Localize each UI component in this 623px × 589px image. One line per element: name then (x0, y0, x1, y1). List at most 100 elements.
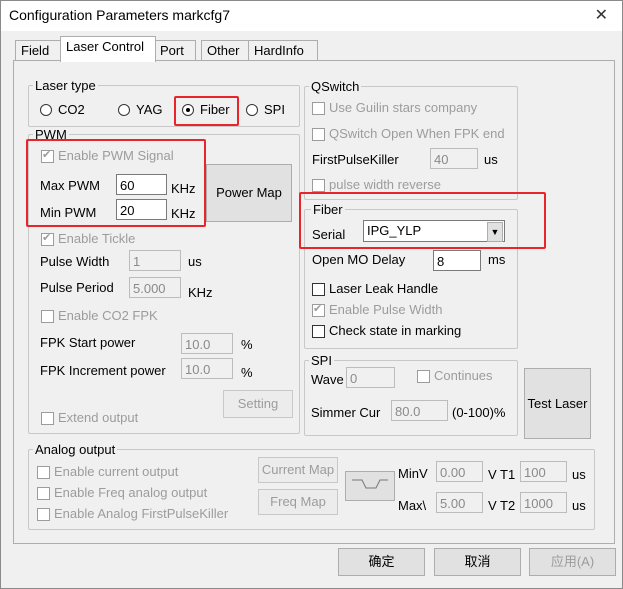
enable-freq-label: Enable Freq analog output (54, 485, 208, 500)
waveform-icon (352, 479, 388, 489)
spi-title: SPI (309, 353, 334, 368)
laser-leak-label: Laser Leak Handle (329, 281, 439, 296)
serial-select[interactable]: IPG_YLP ▼ (363, 220, 505, 242)
qswitch-open-checkbox[interactable] (312, 128, 325, 141)
ok-button[interactable]: 确定 (338, 548, 425, 576)
fpk-start-unit: % (241, 337, 253, 352)
t2-unit: us (572, 498, 586, 513)
wave-label: Wave (311, 372, 344, 387)
freq-map-button[interactable]: Freq Map (258, 489, 338, 515)
check-state-checkbox[interactable] (312, 325, 325, 338)
enable-co2-fpk-checkbox[interactable] (41, 310, 54, 323)
t2-label: V T2 (488, 498, 516, 513)
setting-button[interactable]: Setting (223, 390, 293, 418)
chevron-down-icon[interactable]: ▼ (487, 222, 503, 242)
radio-co2[interactable] (40, 104, 52, 116)
tab-port[interactable]: Port (154, 40, 196, 61)
open-mo-unit: ms (488, 252, 506, 267)
enable-pwm-checkbox[interactable] (41, 148, 54, 163)
apply-button[interactable]: 应用(A) (529, 548, 616, 576)
simmer-input[interactable]: 80.0 (391, 400, 448, 421)
fpk-increment-label: FPK Increment power (40, 363, 166, 378)
tab-other[interactable]: Other (201, 40, 253, 61)
radio-fiber-label: Fiber (200, 102, 230, 117)
min-pwm-unit: KHz (171, 206, 196, 221)
extend-output-label: Extend output (58, 410, 139, 425)
minv-label: MinV (398, 466, 428, 481)
config-window: Configuration Parameters markcfg7 ✕ Fiel… (0, 0, 623, 589)
fpk-unit: us (484, 152, 498, 167)
laser-type-title: Laser type (33, 78, 98, 93)
wave-input[interactable]: 0 (346, 367, 395, 388)
pulse-period-label: Pulse Period (40, 280, 114, 295)
enable-analog-fpk-label: Enable Analog FirstPulseKiller (54, 506, 229, 521)
guilin-label: Use Guilin stars company (329, 100, 478, 115)
enable-current-label: Enable current output (54, 464, 179, 479)
pulse-width-unit: us (188, 254, 202, 269)
serial-label: Serial (312, 227, 346, 242)
continues-checkbox[interactable] (417, 370, 430, 383)
max-pwm-label: Max PWM (40, 178, 100, 193)
maxv-input[interactable]: 5.00 (436, 492, 483, 513)
pulse-reverse-checkbox[interactable] (312, 179, 325, 192)
t2-input[interactable]: 1000 (520, 492, 567, 513)
simmer-unit: (0-100)% (452, 405, 506, 420)
pulse-width-label: Pulse Width (40, 254, 110, 269)
fpk-increment-unit: % (241, 365, 253, 380)
t1-unit: us (572, 467, 586, 482)
enable-analog-fpk-checkbox[interactable] (37, 508, 50, 521)
test-laser-button[interactable]: Test Laser (524, 368, 591, 439)
guilin-checkbox[interactable] (312, 102, 325, 115)
pulse-period-unit: KHz (188, 285, 213, 300)
cancel-button[interactable]: 取消 (434, 548, 521, 576)
min-pwm-label: Min PWM (40, 205, 97, 220)
t1-input[interactable]: 100 (520, 461, 567, 482)
fpk-label: FirstPulseKiller (312, 152, 399, 167)
radio-spi-label: SPI (264, 102, 285, 117)
current-map-button[interactable]: Current Map (258, 457, 338, 483)
pulse-reverse-label: pulse width reverse (329, 177, 441, 192)
minv-input[interactable]: 0.00 (436, 461, 483, 482)
t1-label: V T1 (488, 467, 516, 482)
radio-yag-label: YAG (136, 102, 163, 117)
enable-pulse-width-checkbox[interactable] (312, 302, 325, 317)
fpk-start-input[interactable]: 10.0 (181, 333, 233, 354)
max-pwm-unit: KHz (171, 181, 196, 196)
close-icon[interactable]: ✕ (595, 5, 608, 25)
min-pwm-input[interactable]: 20 (116, 199, 167, 220)
maxv-label: Max\ (398, 498, 427, 513)
window-title: Configuration Parameters markcfg7 (9, 7, 230, 23)
fpk-input[interactable]: 40 (430, 148, 478, 169)
open-mo-label: Open MO Delay (312, 252, 406, 267)
radio-spi[interactable] (246, 104, 258, 116)
radio-yag[interactable] (118, 104, 130, 116)
analog-output-title: Analog output (33, 442, 118, 457)
tab-field[interactable]: Field (15, 40, 61, 61)
power-map-button[interactable]: Power Map (206, 164, 292, 222)
enable-current-checkbox[interactable] (37, 466, 50, 479)
max-pwm-input[interactable]: 60 (116, 174, 167, 195)
open-mo-input[interactable]: 8 (433, 250, 481, 271)
enable-pulse-width-label: Enable Pulse Width (329, 302, 443, 317)
radio-co2-label: CO2 (58, 102, 85, 117)
tab-hardinfo[interactable]: HardInfo (248, 40, 318, 61)
enable-tickle-checkbox[interactable] (41, 231, 54, 246)
pulse-period-input[interactable]: 5.000 (129, 277, 181, 298)
enable-tickle-label: Enable Tickle (58, 231, 136, 246)
check-state-label: Check state in marking (329, 323, 462, 338)
qswitch-title: QSwitch (309, 79, 362, 94)
fpk-start-label: FPK Start power (40, 335, 136, 350)
qswitch-open-label: QSwitch Open When FPK end (329, 126, 505, 141)
waveform-button[interactable] (345, 471, 395, 501)
title-bar: Configuration Parameters markcfg7 ✕ (1, 1, 622, 31)
extend-output-checkbox[interactable] (41, 412, 54, 425)
enable-pwm-label: Enable PWM Signal (58, 148, 174, 163)
enable-freq-checkbox[interactable] (37, 487, 50, 500)
fpk-increment-input[interactable]: 10.0 (181, 358, 233, 379)
enable-co2-fpk-label: Enable CO2 FPK (58, 308, 158, 323)
radio-fiber[interactable] (182, 104, 194, 116)
laser-leak-checkbox[interactable] (312, 283, 325, 296)
tab-laser-control[interactable]: Laser Control (60, 36, 156, 62)
pulse-width-input[interactable]: 1 (129, 250, 181, 271)
serial-select-value: IPG_YLP (367, 223, 422, 238)
